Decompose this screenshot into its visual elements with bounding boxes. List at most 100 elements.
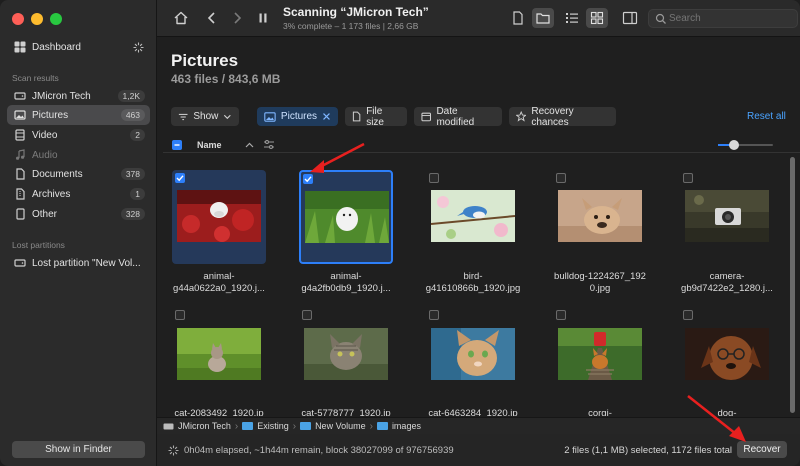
minus-icon [174, 144, 180, 146]
back-arrow-icon[interactable] [203, 9, 221, 27]
search-field[interactable] [648, 9, 798, 28]
scan-title: Scanning “JMicron Tech” [283, 5, 429, 19]
file-checkbox[interactable] [683, 310, 693, 320]
file-checkbox[interactable] [556, 310, 566, 320]
thumbnail-dog-grass [305, 191, 389, 243]
file-checkbox[interactable] [429, 173, 439, 183]
pictures-filter-label: Pictures [280, 111, 318, 122]
path-segment[interactable]: Existing [257, 421, 289, 431]
file-tile[interactable] [299, 307, 393, 401]
thumbnail-cat-closeup [431, 328, 515, 380]
grid-view-button[interactable] [586, 8, 608, 28]
minimize-window-button[interactable] [31, 13, 43, 25]
path-separator-icon: › [369, 420, 373, 432]
date-modified-filter[interactable]: Date modified [414, 106, 502, 128]
file-tile[interactable] [299, 170, 393, 264]
file-checkbox[interactable] [683, 173, 693, 183]
thumbnail-size-slider[interactable] [718, 140, 773, 150]
recovery-chances-filter[interactable]: Recovery chances [509, 106, 616, 128]
file-grid: animal- g44a0622a0_1920.j... animal- g4a… [163, 160, 788, 416]
filter-lines-icon [178, 113, 188, 120]
close-icon[interactable] [322, 112, 331, 121]
folder-view-button[interactable] [532, 8, 554, 28]
thumbnail-kitten [177, 328, 261, 380]
sidebar-item-label: Dashboard [32, 41, 81, 53]
list-view-button[interactable] [561, 8, 583, 28]
zoom-window-button[interactable] [50, 13, 62, 25]
file-checkbox[interactable] [175, 173, 185, 183]
sidebar-toggle-icon [622, 11, 638, 25]
file-view-button[interactable] [507, 8, 529, 28]
select-all-checkbox[interactable] [172, 140, 182, 150]
sidebar: Dashboard Scan results JMicron Tech 1,2K… [0, 0, 157, 466]
sidebar-item-pictures[interactable]: Pictures 463 [7, 105, 150, 125]
file-checkbox[interactable] [175, 310, 185, 320]
path-segment[interactable]: images [392, 421, 421, 431]
pictures-filter-chip[interactable]: Pictures [257, 107, 338, 126]
show-filter-dropdown[interactable]: Show [171, 107, 239, 126]
reset-all-link[interactable]: Reset all [747, 111, 786, 122]
sidebar-item-other[interactable]: Other 328 [7, 204, 150, 224]
window-controls [12, 13, 62, 25]
sidebar-item-label: Video [32, 129, 58, 141]
slider-knob[interactable] [729, 140, 739, 150]
close-window-button[interactable] [12, 13, 24, 25]
file-checkbox[interactable] [302, 310, 312, 320]
file-tile[interactable] [172, 307, 266, 401]
file-tile[interactable] [680, 170, 774, 264]
film-icon [15, 129, 25, 141]
folder-icon [300, 422, 312, 430]
disk-icon [163, 423, 174, 429]
sort-chevron-up-icon[interactable] [245, 141, 254, 149]
name-column-header[interactable]: Name [197, 140, 222, 150]
file-tile[interactable] [426, 307, 520, 401]
sidebar-item-audio[interactable]: Audio [7, 145, 150, 165]
file-tile[interactable] [680, 307, 774, 401]
grid-scrollbar[interactable] [789, 155, 796, 417]
sidebar-item-archives[interactable]: Archives 1 [7, 184, 150, 204]
sidebar-item-dashboard[interactable]: Dashboard [7, 37, 150, 57]
thumbnail-tabby-cat [304, 328, 388, 380]
sidebar-item-label: Audio [32, 149, 58, 161]
document-icon [16, 168, 25, 180]
thumbnail-corgi-tracks [558, 328, 642, 380]
spinner-icon [133, 41, 144, 53]
path-separator-icon: › [292, 420, 297, 432]
sidebar-item-label: Other [32, 208, 58, 220]
show-in-finder-button[interactable]: Show in Finder [12, 441, 145, 458]
sidebar-item-label: Pictures [32, 109, 69, 121]
forward-arrow-icon[interactable] [228, 9, 246, 27]
thumbnail-bird [431, 190, 515, 242]
file-tile[interactable] [172, 170, 266, 264]
recover-button[interactable]: Recover [737, 441, 787, 458]
preview-panel-button[interactable] [619, 8, 641, 28]
sidebar-item-lost-partition[interactable]: Lost partition "New Vol... [7, 253, 150, 273]
file-checkbox[interactable] [429, 310, 439, 320]
column-header: Name [163, 137, 800, 153]
disk-icon [14, 259, 26, 267]
path-segment[interactable]: JMicron Tech [178, 421, 231, 431]
file-tile[interactable] [553, 170, 647, 264]
file-checkbox[interactable] [556, 173, 566, 183]
path-separator-icon: › [234, 420, 239, 432]
file-tile[interactable] [426, 170, 520, 264]
sidebar-item-documents[interactable]: Documents 378 [7, 164, 150, 184]
folder-icon [536, 13, 550, 24]
path-segment[interactable]: New Volume [315, 421, 366, 431]
file-checkbox[interactable] [303, 174, 313, 184]
count-badge: 1,2K [117, 90, 145, 102]
file-name: animal- g4a2fb0db9_1920.j... [301, 271, 391, 294]
sidebar-item-video[interactable]: Video 2 [7, 125, 150, 145]
sidebar-item-jmicron[interactable]: JMicron Tech 1,2K [7, 86, 150, 106]
sidebar-item-label: Documents [32, 168, 83, 180]
thumbnail-camera [685, 190, 769, 242]
home-icon[interactable] [172, 9, 190, 27]
toolbar: Scanning “JMicron Tech” 3% complete – 1 … [157, 0, 800, 37]
search-input[interactable] [669, 11, 789, 26]
scrollbar-thumb[interactable] [790, 157, 795, 413]
file-size-filter[interactable]: File size [345, 106, 407, 128]
pause-icon[interactable] [254, 9, 272, 27]
file-tile[interactable] [553, 307, 647, 401]
scan-status-text: 0h04m elapsed, ~1h44m remain, block 3802… [184, 445, 454, 456]
sliders-icon[interactable] [263, 139, 275, 150]
